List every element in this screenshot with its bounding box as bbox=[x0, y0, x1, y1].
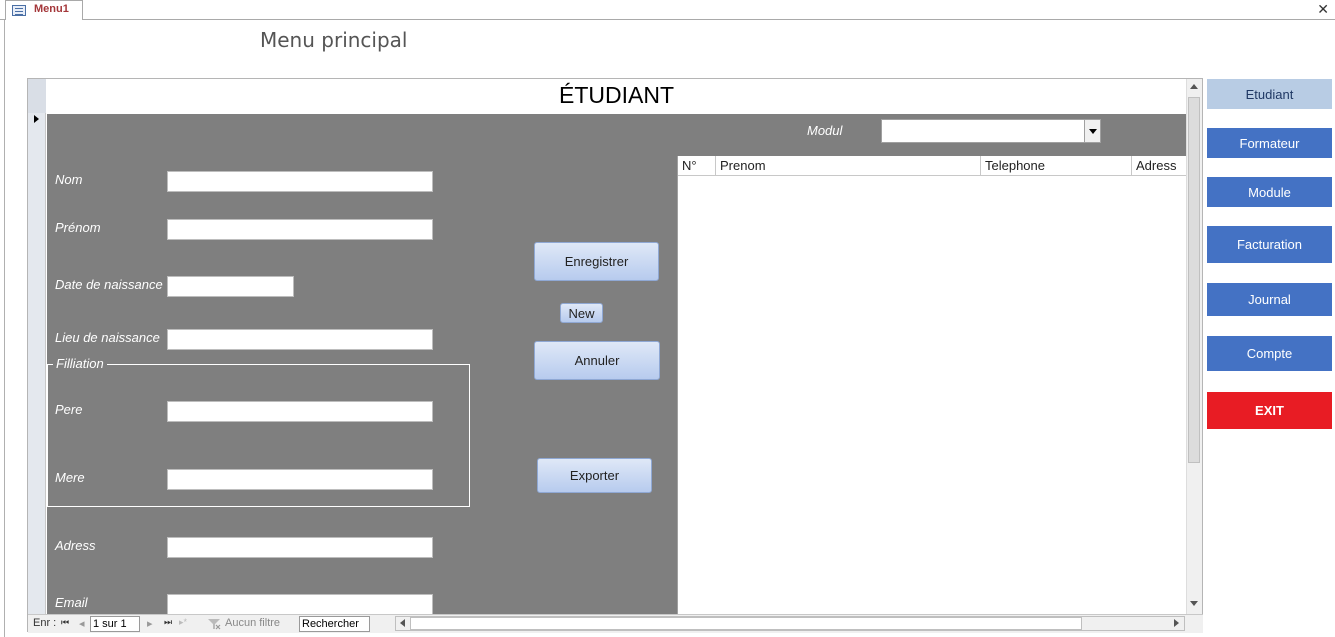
scroll-up-icon[interactable] bbox=[1190, 84, 1198, 89]
first-record-icon[interactable]: ⏮ bbox=[61, 617, 69, 628]
adress-field[interactable] bbox=[167, 537, 433, 558]
window-left-border bbox=[4, 20, 5, 637]
nav-button-formateur[interactable]: Formateur bbox=[1207, 128, 1332, 158]
record-selector-column[interactable] bbox=[28, 79, 46, 614]
lieu-naissance-field[interactable] bbox=[167, 329, 433, 350]
filter-status[interactable]: Aucun filtre bbox=[225, 617, 280, 629]
enregistrer-button[interactable]: Enregistrer bbox=[534, 242, 659, 281]
tab-menu1[interactable]: Menu1 bbox=[5, 0, 83, 20]
page-title: Menu principal bbox=[260, 28, 408, 52]
close-icon[interactable]: ✕ bbox=[1317, 1, 1329, 17]
nom-field[interactable] bbox=[167, 171, 433, 192]
annuler-button[interactable]: Annuler bbox=[534, 341, 660, 380]
next-record-icon[interactable]: ▸ bbox=[147, 617, 153, 630]
previous-record-icon[interactable]: ◂ bbox=[79, 617, 85, 630]
scroll-left-icon[interactable] bbox=[400, 619, 405, 627]
column-header-telephone: Telephone bbox=[981, 156, 1132, 176]
prenom-field[interactable] bbox=[167, 219, 433, 240]
chevron-down-icon[interactable] bbox=[1084, 120, 1100, 142]
current-record-field[interactable]: 1 sur 1 bbox=[90, 616, 140, 632]
filter-icon[interactable] bbox=[207, 617, 221, 630]
column-header-numero: N° bbox=[678, 156, 716, 176]
modul-combobox[interactable] bbox=[881, 119, 1101, 143]
nav-button-facturation[interactable]: Facturation bbox=[1207, 226, 1332, 263]
prenom-label: Prénom bbox=[55, 220, 101, 235]
horizontal-scroll-thumb[interactable] bbox=[410, 617, 1082, 630]
mere-label: Mere bbox=[55, 470, 85, 485]
modul-label: Modul bbox=[807, 123, 843, 138]
exit-button[interactable]: EXIT bbox=[1207, 392, 1332, 429]
last-record-icon[interactable]: ⏭ bbox=[164, 617, 172, 628]
mere-field[interactable] bbox=[167, 469, 433, 490]
vertical-scroll-thumb[interactable] bbox=[1188, 97, 1200, 463]
nav-button-etudiant[interactable]: Etudiant bbox=[1207, 79, 1332, 109]
date-naissance-field[interactable] bbox=[167, 276, 294, 297]
column-header-prenom: Prenom bbox=[716, 156, 981, 176]
lieu-naissance-label: Lieu de naissance bbox=[55, 330, 160, 345]
document-tab-bar bbox=[0, 0, 1335, 20]
search-input[interactable]: Rechercher bbox=[299, 616, 370, 632]
email-label: Email bbox=[55, 595, 88, 610]
tab-label: Menu1 bbox=[34, 3, 69, 15]
date-naissance-label: Date de naissance bbox=[55, 277, 163, 292]
new-button[interactable]: New bbox=[560, 303, 603, 323]
student-listbox[interactable]: N° Prenom Telephone Adress bbox=[677, 156, 1187, 614]
exporter-button[interactable]: Exporter bbox=[537, 458, 652, 493]
scroll-right-icon[interactable] bbox=[1174, 619, 1179, 627]
access-window: Menu1 ✕ Menu principal ÉTUDIANT Nom Prén… bbox=[0, 0, 1335, 637]
nav-button-module[interactable]: Module bbox=[1207, 177, 1332, 207]
filliation-label: Filliation bbox=[53, 356, 107, 371]
current-record-arrow-icon bbox=[34, 115, 39, 123]
form-selector[interactable] bbox=[28, 79, 46, 113]
pere-label: Pere bbox=[55, 402, 83, 417]
form-title: ÉTUDIANT bbox=[559, 82, 674, 108]
nom-label: Nom bbox=[55, 172, 83, 187]
email-field[interactable] bbox=[167, 594, 433, 614]
column-header-adress: Adress bbox=[1132, 156, 1187, 176]
record-nav-label: Enr : bbox=[33, 617, 57, 629]
new-record-icon[interactable]: ▸* bbox=[179, 617, 187, 628]
pere-field[interactable] bbox=[167, 401, 433, 422]
nav-button-journal[interactable]: Journal bbox=[1207, 283, 1332, 316]
adress-label: Adress bbox=[55, 538, 96, 553]
nav-button-compte[interactable]: Compte bbox=[1207, 336, 1332, 371]
scroll-down-icon[interactable] bbox=[1190, 601, 1198, 606]
form-icon bbox=[12, 5, 26, 16]
